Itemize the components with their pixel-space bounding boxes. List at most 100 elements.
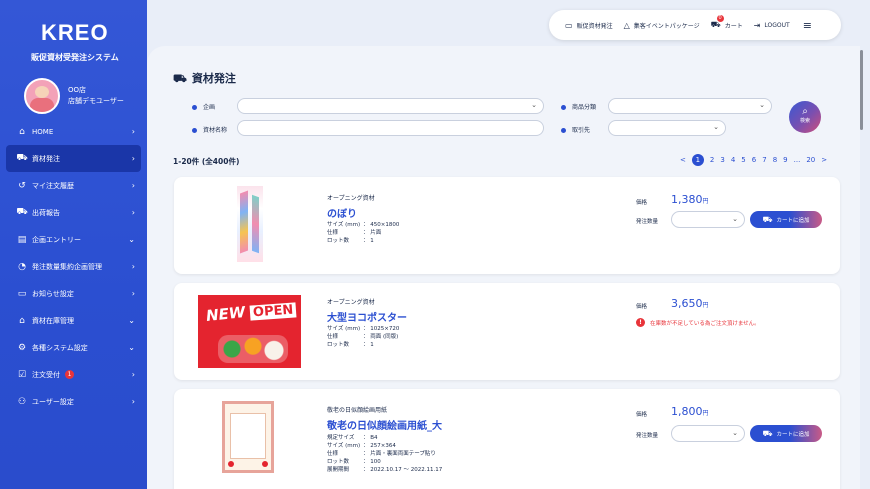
page-title: ⛟ 資材発注: [173, 72, 236, 85]
chevron-down-icon: ⌄: [759, 101, 765, 109]
sidebar: KREO 販促資材受発注システム OO店 店舗デモユーザー ⌂ HOME › ⛟ 資材…: [0, 0, 147, 489]
product-category: オープニング資材: [327, 195, 375, 202]
logout-button[interactable]: ⇥ LOGOUT: [754, 21, 790, 30]
sidebar-item-stock[interactable]: ⌂ 資材在庫管理 ⌄: [0, 307, 147, 334]
cart-icon: ⛟: [173, 72, 187, 85]
product-name[interactable]: のぼり: [327, 205, 357, 220]
filter-label-torihiki: 取引先: [561, 125, 590, 134]
cart-icon: ⛟: [762, 428, 773, 438]
sidebar-item-entry[interactable]: ▤ 企画エントリー ⌄: [0, 226, 147, 253]
pager-page-7[interactable]: 7: [762, 156, 766, 164]
product-specs: サイズ (mm)： 1025×720 仕様： 両面 (同版) ロット数： 1: [327, 326, 400, 348]
stock-warning: ! 在庫数が不足している為ご注文頂けません。: [636, 318, 760, 327]
checkbox-icon: ☑: [17, 369, 27, 380]
chevron-down-icon: ⌄: [128, 235, 135, 244]
qty-select[interactable]: ⌄: [671, 425, 745, 442]
pager-page-20[interactable]: 20: [806, 156, 815, 164]
history-icon: ↺: [18, 180, 26, 191]
document-icon: ▭: [565, 20, 573, 30]
product-card: オープニング資材 のぼり サイズ (mm)： 450×1800 仕様： 片面 ロ…: [174, 177, 840, 274]
topbar-order-link[interactable]: ▭ 販促資材発注: [565, 21, 613, 30]
sidebar-item-order[interactable]: ⛟ 資材発注 ›: [6, 145, 141, 172]
chevron-right-icon: ›: [131, 262, 135, 271]
pager-page-5[interactable]: 5: [741, 156, 745, 164]
scrollbar[interactable]: [860, 50, 863, 130]
accept-badge: 1: [65, 370, 74, 379]
filter-label-shohin: 商品分類: [561, 102, 596, 111]
pager-page-4[interactable]: 4: [731, 156, 735, 164]
product-image-nobori[interactable]: [237, 186, 263, 262]
chevron-down-icon: ⌄: [128, 343, 135, 352]
pager-page-1[interactable]: 1: [691, 154, 704, 166]
chevron-right-icon: ›: [131, 208, 135, 217]
top-bar: ▭ 販促資材発注 △ 集客イベントパッケージ ⛟ 0 カート ⇥ LOGOUT ≡: [549, 10, 841, 40]
sidebar-item-quantity[interactable]: ◔ 発注数量集約企画管理 ›: [0, 253, 147, 280]
sidebar-item-settings[interactable]: ⚙ 各種システム設定 ⌄: [0, 334, 147, 361]
shohin-bunrui-select[interactable]: ⌄: [608, 98, 772, 114]
product-name[interactable]: 大型ヨコポスター: [327, 309, 407, 324]
price-label: 価格: [636, 200, 648, 206]
pager-prev[interactable]: <: [680, 156, 686, 164]
cart-badge: 0: [716, 15, 724, 22]
topbar-cart-link[interactable]: ⛟ 0 カート: [711, 15, 743, 30]
search-icon: ⌕: [802, 106, 808, 117]
gauge-icon: ◔: [18, 261, 26, 272]
home-icon: ⌂: [19, 126, 25, 137]
sidebar-item-users[interactable]: ⚇ ユーザー設定 ›: [0, 388, 147, 415]
filter-label-shizai: 資材名称: [192, 125, 227, 134]
product-price: 3,650円: [671, 297, 709, 310]
sidebar-item-history[interactable]: ↺ マイ注文履歴 ›: [0, 172, 147, 199]
hamburger-menu-icon[interactable]: ≡: [803, 19, 812, 32]
sidebar-item-notice[interactable]: ▭ お知らせ設定 ›: [0, 280, 147, 307]
logout-icon: ⇥: [753, 20, 761, 30]
chevron-right-icon: ›: [131, 154, 135, 163]
chevron-right-icon: ›: [131, 370, 135, 379]
user-name: 店舗デモユーザー: [68, 97, 124, 105]
pager-page-8[interactable]: 8: [773, 156, 777, 164]
product-image-poster[interactable]: NEW OPEN: [198, 295, 301, 368]
sidebar-item-accept[interactable]: ☑ 注文受付 1 ›: [0, 361, 147, 388]
shizai-name-input[interactable]: [237, 120, 544, 136]
add-to-cart-button[interactable]: ⛟ カートに追加: [750, 211, 822, 228]
chevron-down-icon: ⌄: [531, 101, 537, 109]
product-category: オープニング資材: [327, 299, 375, 306]
product-category: 敬老の日似顔絵画用紙: [327, 407, 388, 414]
store-name: OO店: [68, 86, 87, 94]
product-image-drawing-paper[interactable]: [222, 401, 274, 473]
pager-page-9[interactable]: 9: [783, 156, 787, 164]
pager-page-3[interactable]: 3: [720, 156, 724, 164]
chevron-down-icon: ⌄: [128, 316, 135, 325]
truck-icon: ⛟: [16, 207, 28, 217]
main-content: ⛟ 資材発注 企画 ⌄ 商品分類 ⌄ 資材名称 取引先 ⌄ ⌕ 検索 1-20件 (…: [147, 46, 860, 489]
qty-label: 発注数量: [636, 219, 659, 225]
kikaku-select[interactable]: ⌄: [237, 98, 544, 114]
logo: KREO: [41, 20, 109, 45]
torihikisaki-select[interactable]: ⌄: [608, 120, 726, 136]
system-name: 販促資材受発注システム: [31, 53, 119, 62]
pagination: < 1 2 3 4 5 6 7 8 9 ... 20 >: [677, 154, 830, 166]
price-label: 価格: [636, 304, 648, 310]
chevron-right-icon: ›: [131, 289, 135, 298]
product-name[interactable]: 敬老の日似顔絵画用紙_大: [327, 417, 442, 432]
filter-label-kikaku: 企画: [192, 102, 215, 111]
product-specs: サイズ (mm)： 450×1800 仕様： 片面 ロット数： 1: [327, 222, 400, 244]
price-label: 価格: [636, 412, 648, 418]
qty-select[interactable]: ⌄: [671, 211, 745, 228]
avatar[interactable]: [24, 78, 60, 114]
sidebar-item-shipping[interactable]: ⛟ 出荷報告 ›: [0, 199, 147, 226]
pager-next[interactable]: >: [821, 156, 827, 164]
search-button[interactable]: ⌕ 検索: [789, 101, 821, 133]
warehouse-icon: ⌂: [19, 315, 25, 326]
topbar-event-link[interactable]: △ 集客イベントパッケージ: [624, 21, 700, 30]
cart-icon: ⛟: [762, 214, 773, 224]
chevron-right-icon: ›: [131, 127, 135, 136]
pager-page-2[interactable]: 2: [710, 156, 714, 164]
chevron-right-icon: ›: [131, 397, 135, 406]
sidebar-item-home[interactable]: ⌂ HOME ›: [0, 118, 147, 145]
users-icon: ⚇: [17, 396, 27, 407]
product-specs: 規定サイズ： B4 サイズ (mm)： 257×364 仕様： 片面・裏面両面テ…: [327, 435, 443, 473]
add-to-cart-button[interactable]: ⛟ カートに追加: [750, 425, 822, 442]
qty-label: 発注数量: [636, 433, 659, 439]
pager-page-6[interactable]: 6: [752, 156, 756, 164]
product-card: 敬老の日似顔絵画用紙 敬老の日似顔絵画用紙_大 規定サイズ： B4 サイズ (m…: [174, 389, 840, 489]
